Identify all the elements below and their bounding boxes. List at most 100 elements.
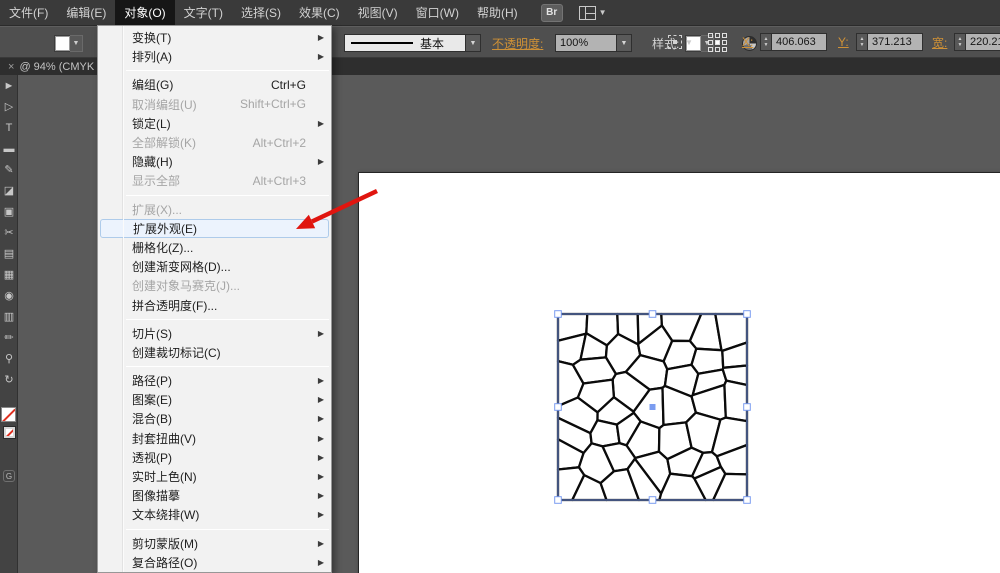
width-field[interactable]: 220.212 [965, 33, 1000, 51]
menu-item-路径(P)[interactable]: 路径(P) ▶ [98, 371, 331, 390]
menu-item-label: 剪切蒙版(M) [132, 535, 198, 552]
selection-tool[interactable]: ► [0, 75, 18, 96]
slice-tool[interactable]: ✂ [0, 222, 18, 243]
selection-handle[interactable] [744, 404, 751, 411]
menu-item-创建裁切标记(C)[interactable]: 创建裁切标记(C) [98, 343, 331, 362]
tab-close-icon[interactable]: × [8, 61, 14, 73]
y-spinner[interactable]: ▲▼ [856, 33, 867, 51]
menu-item-透视(P)[interactable]: 透视(P)▶ [98, 448, 331, 467]
menu-separator [126, 195, 329, 196]
bounding-box-icon[interactable] [668, 35, 682, 49]
shape-builder-tool[interactable]: ◉ [0, 285, 18, 306]
x-spinner[interactable]: ▲▼ [760, 33, 771, 51]
menubar-item-文件(F)[interactable]: 文件(F) [0, 0, 57, 25]
submenu-arrow-icon: ▶ [318, 434, 324, 443]
pencil-tool[interactable]: ✎ [0, 159, 18, 180]
document-tab-title[interactable]: @ 94% (CMYK [19, 61, 94, 73]
opacity-field[interactable]: 100% [555, 34, 617, 52]
width-spinner[interactable]: ▲▼ [954, 33, 965, 51]
menu-item-label: 透视(P) [132, 449, 172, 466]
hand-tool[interactable]: ↻ [0, 369, 18, 390]
selection-handle[interactable] [649, 311, 656, 318]
zoom-tool[interactable]: ⚲ [0, 348, 18, 369]
opacity-dropdown[interactable]: ▼ [617, 34, 632, 52]
stroke-none-swatch[interactable] [4, 427, 15, 438]
selection-handle[interactable] [555, 311, 562, 318]
menubar-item-视图(V)[interactable]: 视图(V) [349, 0, 407, 25]
y-coordinate-field[interactable]: 371.213 [867, 33, 923, 51]
menubar-item-编辑(E)[interactable]: 编辑(E) [57, 0, 115, 25]
fill-none-swatch[interactable] [1, 407, 16, 422]
fill-color-swatch[interactable] [55, 36, 70, 51]
submenu-arrow-icon: ▶ [318, 539, 324, 548]
eraser-tool[interactable]: ◪ [0, 180, 18, 201]
direct-selection-tool[interactable]: ▷ [0, 96, 18, 117]
frame-tool[interactable]: ▣ [0, 201, 18, 222]
x-coordinate-field[interactable]: 406.063 [771, 33, 827, 51]
menu-item-编组(G)[interactable]: 编组(G)Ctrl+G [98, 75, 331, 94]
selected-voronoi-artwork[interactable] [553, 309, 752, 505]
menubar-item-对象(O)[interactable]: 对象(O) [115, 0, 174, 25]
gradient-tool[interactable]: ▦ [0, 264, 18, 285]
type-tool[interactable]: T [0, 117, 18, 138]
rectangle-tool[interactable]: ▬ [0, 138, 18, 159]
y-coordinate-label[interactable]: Y: [838, 35, 849, 49]
menu-item-扩展外观(E)[interactable]: 扩展外观(E) [100, 219, 329, 238]
menu-separator [126, 366, 329, 367]
menu-item-实时上色(N)[interactable]: 实时上色(N)▶ [98, 467, 331, 486]
menu-item-切片(S)[interactable]: 切片(S)▶ [98, 324, 331, 343]
graph-tool[interactable]: ▥ [0, 306, 18, 327]
menu-item-图案(E)[interactable]: 图案(E)▶ [98, 390, 331, 409]
perspective-grid-tool[interactable]: ▤ [0, 243, 18, 264]
menu-item-图像描摹[interactable]: 图像描摹▶ [98, 486, 331, 505]
menu-item-混合(B)[interactable]: 混合(B)▶ [98, 409, 331, 428]
menu-item-文本绕排(W)[interactable]: 文本绕排(W)▶ [98, 505, 331, 524]
menu-item-排列(A)[interactable]: 排列(A)▶ [98, 47, 331, 66]
menubar-item-文字(T)[interactable]: 文字(T) [175, 0, 232, 25]
stroke-style-dropdown[interactable]: ▼ [466, 34, 481, 52]
menu-separator [126, 319, 329, 320]
fill-color-dropdown[interactable]: ▼ [70, 35, 83, 52]
menu-item-变换(T)[interactable]: 变换(T)▶ [98, 28, 331, 47]
menu-item-拼合透明度(F)[interactable]: 拼合透明度(F)... [98, 295, 331, 314]
stroke-style-combo[interactable]: 基本 [344, 34, 466, 52]
menu-item-锁定(L)[interactable]: 锁定(L)▶ [98, 114, 331, 133]
menubar-item-选择(S)[interactable]: 选择(S) [232, 0, 290, 25]
submenu-arrow-icon: ▶ [318, 376, 324, 385]
menu-item-全部解锁(K): 全部解锁(K)Alt+Ctrl+2 [98, 133, 331, 152]
submenu-arrow-icon: ▶ [318, 157, 324, 166]
menu-item-栅格化(Z)[interactable]: 栅格化(Z)... [98, 238, 331, 257]
menu-item-shortcut: Shift+Ctrl+G [240, 97, 306, 111]
draw-mode-icon[interactable]: G [3, 470, 15, 482]
menu-item-label: 创建渐变网格(D)... [132, 258, 231, 275]
menu-item-封套扭曲(V)[interactable]: 封套扭曲(V)▶ [98, 429, 331, 448]
selection-handle[interactable] [555, 404, 562, 411]
opacity-label[interactable]: 不透明度: [492, 35, 543, 52]
menu-item-label: 创建对象马赛克(J)... [132, 277, 240, 294]
x-coordinate-label[interactable]: X: [742, 35, 753, 49]
selection-handle[interactable] [744, 311, 751, 318]
menu-item-label: 路径(P) [132, 372, 172, 389]
menu-item-剪切蒙版(M)[interactable]: 剪切蒙版(M) ▶ [98, 534, 331, 553]
stroke-style-value: 基本 [420, 35, 444, 52]
chevron-down-icon[interactable]: ▼ [685, 38, 693, 47]
menubar-item-窗口(W)[interactable]: 窗口(W) [407, 0, 468, 25]
menu-item-复合路径(O)[interactable]: 复合路径(O)▶ [98, 553, 331, 572]
menu-item-label: 编组(G) [132, 76, 173, 93]
workspace-switcher-button[interactable]: ▼ [579, 6, 607, 20]
selection-handle[interactable] [649, 497, 656, 504]
width-label[interactable]: 宽: [932, 34, 947, 51]
selection-handle[interactable] [555, 497, 562, 504]
menu-item-隐藏(H)[interactable]: 隐藏(H)▶ [98, 152, 331, 171]
reference-point-grid[interactable] [708, 33, 727, 52]
bridge-button[interactable]: Br [541, 4, 563, 22]
menu-item-label: 全部解锁(K) [132, 134, 196, 151]
menubar-item-效果(C)[interactable]: 效果(C) [290, 0, 349, 25]
brush-tool[interactable]: ✏ [0, 327, 18, 348]
menu-item-label: 实时上色(N) [132, 468, 197, 485]
menubar-item-帮助(H)[interactable]: 帮助(H) [468, 0, 527, 25]
object-menu-dropdown: 变换(T)▶排列(A)▶编组(G)Ctrl+G取消编组(U)Shift+Ctrl… [97, 25, 332, 573]
selection-handle[interactable] [744, 497, 751, 504]
selection-center-point[interactable] [650, 404, 656, 410]
menu-item-创建渐变网格(D)[interactable]: 创建渐变网格(D)... [98, 257, 331, 276]
